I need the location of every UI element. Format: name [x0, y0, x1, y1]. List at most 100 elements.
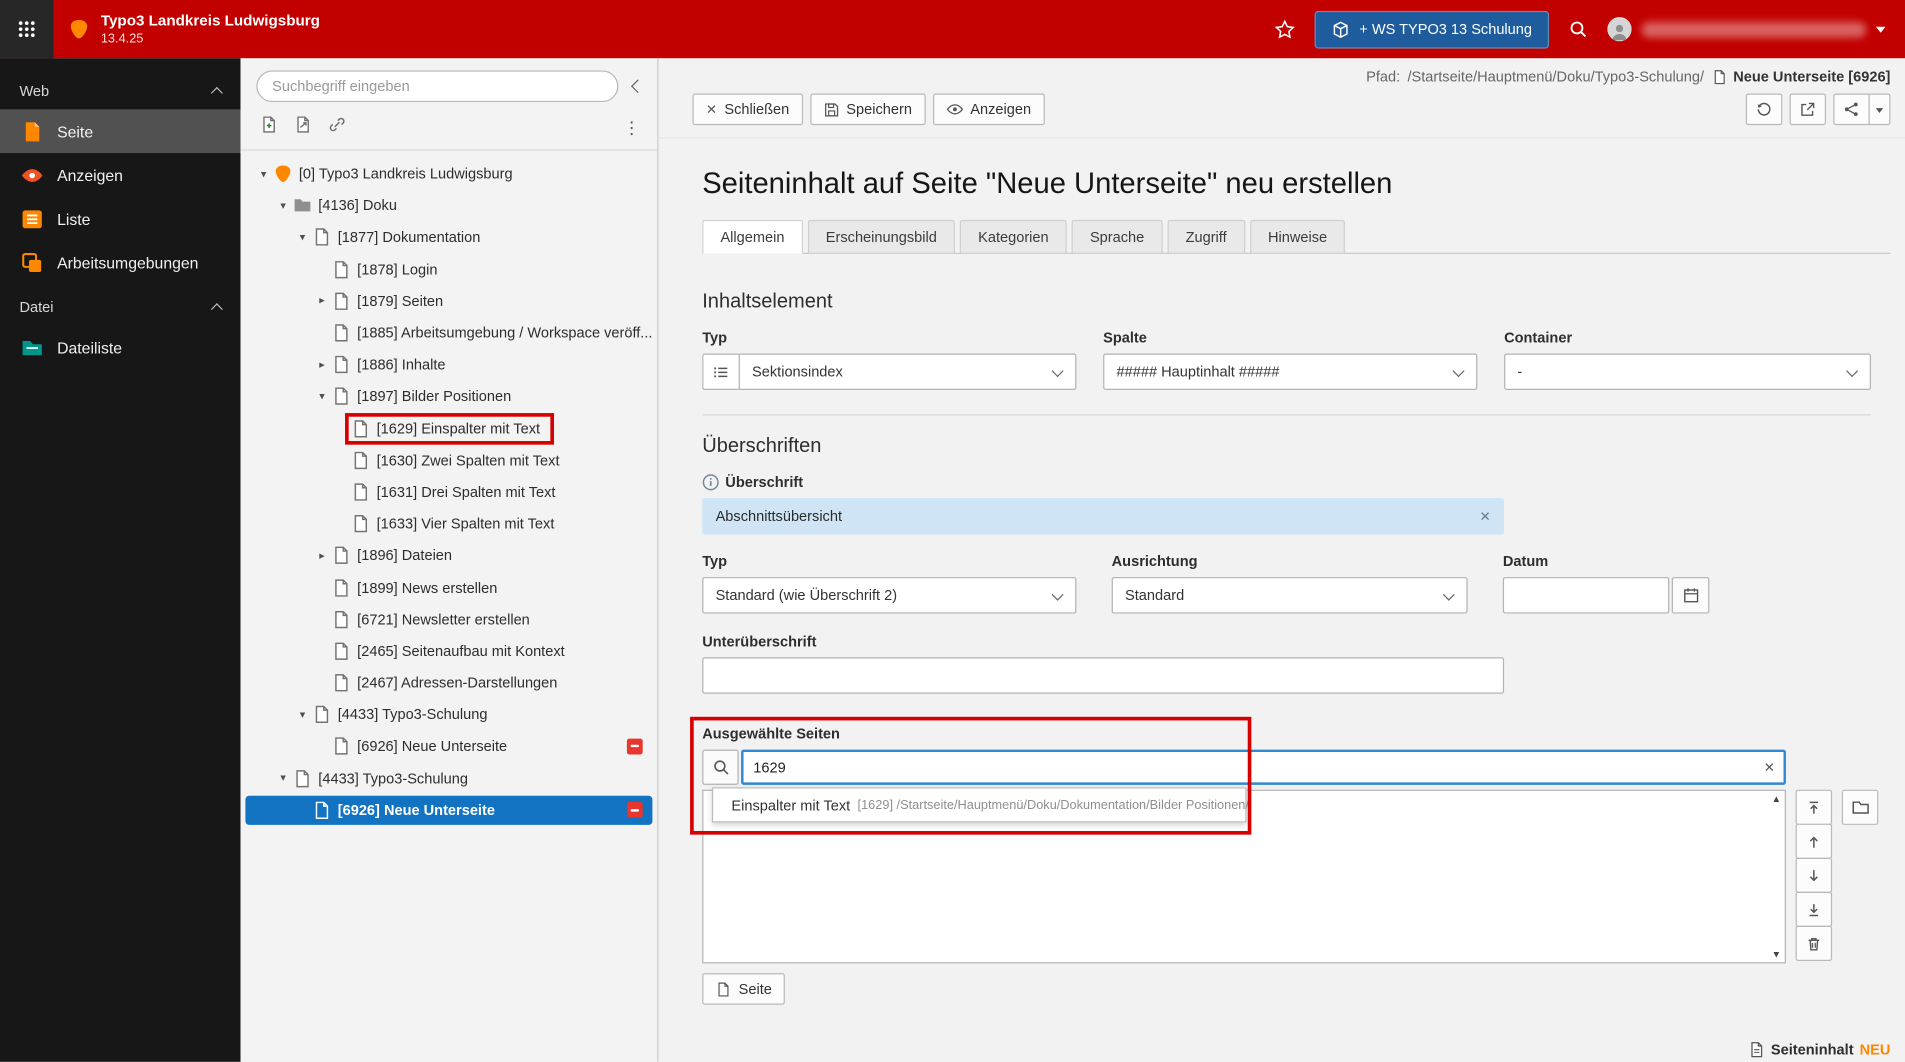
- new-shortcut-icon[interactable]: [294, 115, 312, 139]
- tree-toggle-icon[interactable]: [275, 200, 292, 211]
- clear-ueberschrift-icon[interactable]: ✕: [1480, 508, 1491, 525]
- tree-node[interactable]: [1885] Arbeitsumgebung / Workspace veröf…: [241, 317, 658, 349]
- tree-node-content[interactable]: [1878] Login: [330, 258, 445, 280]
- move-down-button[interactable]: [1795, 857, 1833, 893]
- tree-node-content[interactable]: [1877] Dokumentation: [311, 227, 489, 249]
- tree-node[interactable]: [2467] Adressen-Darstellungen: [241, 667, 658, 699]
- view-button[interactable]: Anzeigen: [932, 93, 1045, 126]
- tree-toggle-icon[interactable]: [294, 232, 311, 243]
- tree-node[interactable]: [1631] Drei Spalten mit Text: [241, 476, 658, 508]
- open-new-window-button[interactable]: [1789, 93, 1827, 126]
- tab[interactable]: Zugriff: [1167, 219, 1245, 254]
- record-search-button[interactable]: [702, 749, 739, 785]
- move-up-button[interactable]: [1795, 823, 1833, 859]
- delete-button[interactable]: [1795, 925, 1833, 962]
- browse-folder-button[interactable]: [1841, 789, 1879, 825]
- tree-node-content[interactable]: [1886] Inhalte: [330, 354, 454, 376]
- move-to-bottom-button[interactable]: [1795, 891, 1833, 927]
- new-page-icon[interactable]: [260, 115, 278, 139]
- tree-node-content[interactable]: [1629] Einspalter mit Text: [345, 412, 554, 445]
- datum-input[interactable]: [1502, 577, 1670, 614]
- ueberschrift-input[interactable]: Abschnittsübersicht ✕: [702, 498, 1505, 535]
- app-grid-button[interactable]: [0, 0, 54, 59]
- tree-node-content[interactable]: [1899] News erstellen: [330, 577, 505, 599]
- tree-search-input[interactable]: [256, 70, 619, 103]
- clear-search-icon[interactable]: ✕: [1764, 759, 1775, 776]
- tree-node[interactable]: [1877] Dokumentation: [241, 222, 658, 254]
- history-button[interactable]: [1745, 93, 1783, 126]
- ueberschrift-typ-select[interactable]: Standard (wie Überschrift 2): [702, 577, 1077, 614]
- tree-toggle-icon[interactable]: [313, 359, 330, 370]
- tree-node-content[interactable]: [0] Typo3 Landkreis Ludwigsburg: [272, 163, 521, 185]
- tree-node[interactable]: [1629] Einspalter mit Text: [241, 412, 658, 445]
- tree-toggle-icon[interactable]: [313, 391, 330, 402]
- tree-node-content[interactable]: [6926] Neue Unterseite: [330, 736, 515, 758]
- sidebar-item-liste[interactable]: Liste: [0, 197, 241, 241]
- tree-node-content[interactable]: [2465] Seitenaufbau mit Kontext: [330, 640, 573, 662]
- scroll-down-icon[interactable]: ▼: [1771, 949, 1781, 960]
- tree-node-content[interactable]: [1630] Zwei Spalten mit Text: [350, 449, 568, 471]
- move-to-top-button[interactable]: [1795, 789, 1833, 825]
- spalte-select[interactable]: ##### Hauptinhalt #####: [1103, 353, 1478, 390]
- tree-node[interactable]: [4136] Doku: [241, 190, 658, 222]
- tree-node-content[interactable]: [2467] Adressen-Darstellungen: [330, 672, 565, 694]
- tree-toggle-icon[interactable]: [275, 773, 292, 784]
- tree-toggle-icon[interactable]: [255, 168, 272, 179]
- ausrichtung-select[interactable]: Standard: [1111, 577, 1468, 614]
- tab[interactable]: Hinweise: [1249, 219, 1346, 254]
- bookmark-star-icon[interactable]: [1274, 19, 1295, 40]
- tree-node-content[interactable]: [1896] Dateien: [330, 545, 460, 567]
- tree-toggle-icon[interactable]: [313, 550, 330, 561]
- tree-node[interactable]: [1630] Zwei Spalten mit Text: [241, 444, 658, 476]
- unterueberschrift-input[interactable]: [702, 657, 1505, 694]
- tree-node-content[interactable]: [4433] Typo3-Schulung: [292, 767, 477, 789]
- container-select[interactable]: -: [1504, 353, 1871, 390]
- search-icon[interactable]: [1568, 19, 1587, 38]
- tree-toggle-icon[interactable]: [313, 296, 330, 307]
- tree-node[interactable]: [0] Typo3 Landkreis Ludwigsburg: [241, 158, 658, 190]
- tree-node[interactable]: [1899] News erstellen: [241, 572, 658, 604]
- sidebar-item-dateiliste[interactable]: Dateiliste: [0, 326, 241, 370]
- tree-node-content[interactable]: [6721] Newsletter erstellen: [330, 608, 538, 630]
- date-picker-button[interactable]: [1671, 577, 1710, 614]
- module-group-datei[interactable]: Datei: [0, 289, 241, 325]
- browse-page-button[interactable]: Seite: [702, 973, 786, 1005]
- tree-node[interactable]: [4433] Typo3-Schulung: [241, 699, 658, 731]
- workspace-button[interactable]: + WS TYPO3 13 Schulung: [1314, 10, 1550, 48]
- share-dropdown-button[interactable]: [1868, 93, 1891, 126]
- tree-node[interactable]: [6926] Neue Unterseite: [241, 731, 658, 763]
- module-group-web[interactable]: Web: [0, 73, 241, 109]
- tab[interactable]: Sprache: [1071, 219, 1163, 254]
- tree-node[interactable]: [6721] Newsletter erstellen: [241, 603, 658, 635]
- tree-node[interactable]: [1896] Dateien: [241, 540, 658, 572]
- tree-more-menu-icon[interactable]: ⋮: [623, 119, 640, 136]
- tree-node[interactable]: [1879] Seiten: [241, 285, 658, 317]
- tree-toggle-icon[interactable]: [294, 709, 311, 720]
- link-icon[interactable]: [328, 115, 346, 139]
- close-button[interactable]: ✕ Schließen: [692, 93, 803, 126]
- tree-node-content[interactable]: [6926] Neue Unterseite: [311, 799, 503, 821]
- tree-node-content[interactable]: [1879] Seiten: [330, 290, 451, 312]
- tree-node-content[interactable]: [4136] Doku: [292, 195, 406, 217]
- share-button[interactable]: [1833, 93, 1870, 126]
- sidebar-item-anzeigen[interactable]: Anzeigen: [0, 153, 241, 197]
- tree-node-content[interactable]: [1885] Arbeitsumgebung / Workspace veröf…: [330, 322, 657, 344]
- page-search-input[interactable]: [741, 749, 1786, 785]
- tree-node[interactable]: [6926] Neue Unterseite: [241, 794, 658, 826]
- tree-node[interactable]: [1897] Bilder Positionen: [241, 381, 658, 413]
- tree-node[interactable]: [1886] Inhalte: [241, 349, 658, 381]
- collapse-pagetree-icon[interactable]: [630, 79, 645, 94]
- typ-select[interactable]: Sektionsindex: [738, 353, 1077, 390]
- save-button[interactable]: Speichern: [809, 93, 926, 126]
- sidebar-item-seite[interactable]: Seite: [0, 109, 241, 154]
- tab[interactable]: Allgemein: [702, 219, 803, 254]
- tree-node[interactable]: [2465] Seitenaufbau mit Kontext: [241, 635, 658, 667]
- tree-node[interactable]: [1633] Vier Spalten mit Text: [241, 508, 658, 540]
- tree-node[interactable]: [1878] Login: [241, 253, 658, 285]
- tree-node-content[interactable]: [4433] Typo3-Schulung: [311, 704, 496, 726]
- tree-node[interactable]: [4433] Typo3-Schulung: [241, 762, 658, 794]
- sidebar-item-arbeitsumgebungen[interactable]: Arbeitsumgebungen: [0, 241, 241, 285]
- search-suggestion-item[interactable]: Einspalter mit Text [1629] /Startseite/H…: [711, 787, 1249, 823]
- tree-node-content[interactable]: [1633] Vier Spalten mit Text: [350, 513, 563, 535]
- tree-node-content[interactable]: [1631] Drei Spalten mit Text: [350, 481, 564, 503]
